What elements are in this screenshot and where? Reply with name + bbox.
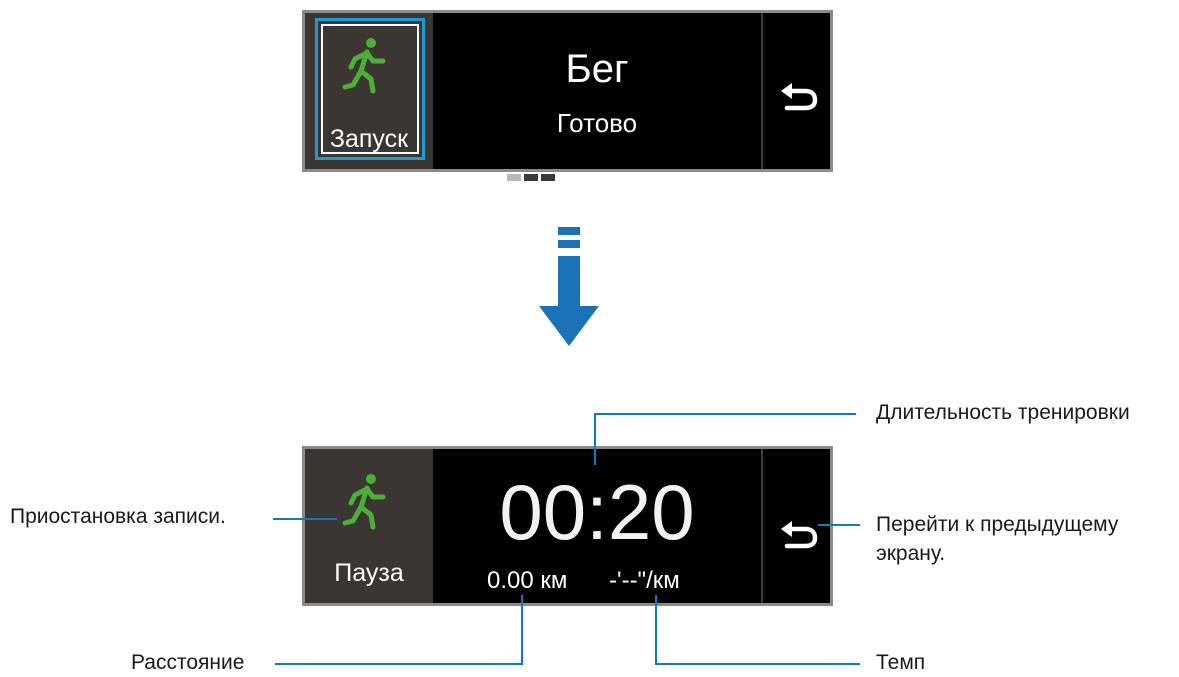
distance-callout-line-h <box>275 663 523 665</box>
page-indicator <box>507 168 558 186</box>
back-divider <box>761 13 763 169</box>
pause-button[interactable]: Пауза <box>305 449 433 603</box>
runner-icon <box>342 38 386 94</box>
pause-callout-text: Приостановка записи. <box>10 505 226 528</box>
top-watch-screen: Запуск Бег Готово <box>302 10 833 181</box>
duration-callout-line-v <box>594 413 596 465</box>
pace-callout-line-v <box>655 595 657 665</box>
back-icon[interactable] <box>779 521 819 549</box>
activity-title: Бег <box>565 47 629 91</box>
start-button[interactable]: Запуск <box>305 13 433 169</box>
pause-callout-line <box>273 518 337 520</box>
distance-value: 0.00 км <box>487 567 568 594</box>
back-icon[interactable] <box>779 83 819 111</box>
pace-callout-text: Темп <box>876 651 926 674</box>
page-dot-2 <box>524 174 538 181</box>
runner-icon <box>342 474 386 530</box>
back-callout-line <box>818 524 860 526</box>
start-label: Запуск <box>329 125 409 153</box>
bottom-watch-screen: Пауза 00:20 0.00 км -'--"/км <box>302 446 833 606</box>
duration-callout-line-h <box>594 413 856 415</box>
pace-value: -'--"/км <box>609 567 680 594</box>
pause-label: Пауза <box>334 559 404 587</box>
back-callout-text-line2: экрану. <box>876 542 946 565</box>
back-callout-text-line1: Перейти к предыдущему <box>876 513 1119 536</box>
workout-timer: 00:20 <box>499 468 695 556</box>
duration-callout-text: Длительность тренировки <box>876 401 1130 424</box>
activity-status: Готово <box>556 108 638 138</box>
distance-callout-text: Расстояние <box>131 651 245 674</box>
back-divider <box>761 449 763 603</box>
pace-callout-line-h <box>655 663 860 665</box>
page-dot-1 <box>507 174 521 181</box>
page-dot-3 <box>541 174 555 181</box>
distance-callout-line-v <box>521 595 523 665</box>
